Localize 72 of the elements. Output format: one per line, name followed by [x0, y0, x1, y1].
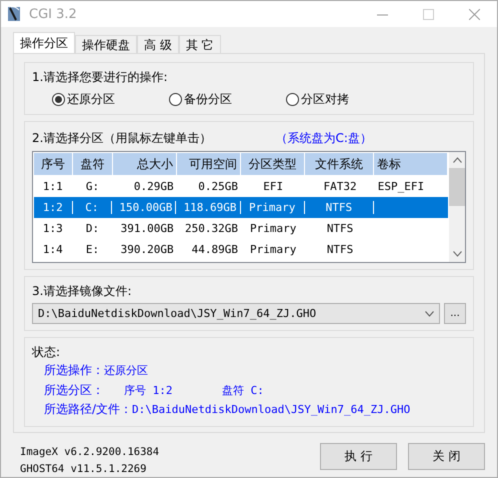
scroll-thumb[interactable]: [449, 168, 465, 206]
table-cell: C:: [72, 201, 112, 214]
table-cell-text: 0.25GB: [197, 180, 240, 193]
tab[interactable]: 操作硬盘: [75, 35, 137, 53]
table-cell: 118.69GB: [176, 201, 241, 214]
column-header[interactable]: 总大小: [112, 153, 177, 175]
table-row[interactable]: 1:3 D: 391.00GB 250.32GB Primary NTFS: [33, 218, 449, 239]
table-cell-text: Primary: [249, 222, 298, 235]
radio-button[interactable]: [169, 93, 182, 106]
table-cell-text: NTFS: [326, 243, 354, 256]
column-header[interactable]: 分区类型: [241, 153, 306, 175]
table-cell-text: 391.00GB: [120, 222, 175, 235]
browse-button[interactable]: ...: [444, 303, 466, 324]
radio-option[interactable]: 分区对拷: [286, 91, 403, 108]
app-icon: [7, 6, 21, 22]
table-cell-text: D:: [84, 222, 100, 235]
scroll-down-icon[interactable]: [452, 251, 462, 257]
table-cell-text: 390.20GB: [120, 243, 175, 256]
group-title: 状态:: [32, 344, 62, 361]
radio-button[interactable]: [52, 93, 65, 106]
table-cell-text: 1:3: [42, 222, 64, 235]
status-text: 盘符 C:: [222, 382, 264, 398]
table-cell-text: FAT32: [322, 180, 358, 193]
table-cell: Primary: [240, 201, 305, 214]
close-button[interactable]: 关 闭: [408, 443, 485, 470]
table-cell: 150.00GB: [112, 201, 176, 214]
scroll-up-icon[interactable]: [452, 157, 462, 163]
table-cell-text: Primary: [249, 243, 298, 256]
radio-option[interactable]: 备份分区: [169, 91, 286, 108]
table-cell-text: 0.29GB: [132, 180, 175, 193]
window-title: CGI 3.2: [29, 6, 78, 22]
table-cell: 1:2: [34, 201, 73, 214]
table-cell-text: EFI: [262, 180, 284, 193]
table-cell-text: 44.89GB: [190, 243, 240, 256]
column-header[interactable]: 序号: [34, 153, 74, 175]
table-row[interactable]: 1:2 C: 150.00GB 118.69GB Primary NTFS: [34, 197, 448, 218]
table-row[interactable]: 1:1 G: 0.29GB 0.25GB EFI FAT32 ESP_EFI: [33, 176, 449, 197]
status-text: 所选分区：: [44, 382, 105, 399]
status-text: 还原分区: [104, 363, 148, 378]
version-text: GHOST64 v11.5.1.2269: [20, 463, 148, 475]
group-title: 2.请选择分区（用鼠标左键单击）: [32, 130, 212, 146]
status-text: 序号 1:2: [124, 382, 174, 398]
radio-button[interactable]: [286, 93, 299, 106]
table-cell-text: 1:4: [42, 243, 64, 256]
table-cell-text: E:: [84, 243, 100, 256]
version-text: ImageX v6.2.9200.16384: [20, 446, 160, 458]
column-header[interactable]: 卷标: [374, 153, 448, 175]
column-header[interactable]: 可用空间: [177, 153, 242, 175]
group-title: 1.请选择您要进行的操作:: [32, 69, 168, 86]
tab[interactable]: 高 级: [137, 35, 179, 53]
table-cell-text: 1:1: [42, 180, 64, 193]
group-title: 3.请选择镜像文件:: [32, 283, 132, 300]
column-header[interactable]: 盘符: [73, 153, 113, 175]
table-cell: NTFS: [304, 201, 374, 214]
table-cell-text: 250.32GB: [184, 222, 240, 235]
file-dropdown[interactable]: D:\BaiduNetdiskDownload\JSY_Win7_64_ZJ.GHO: [32, 303, 440, 324]
scrollbar[interactable]: [449, 152, 465, 262]
column-header[interactable]: 文件系统: [305, 153, 374, 175]
system-disk-note: （系统盘为C:盘）: [275, 130, 372, 146]
table-row[interactable]: 1:4 E: 390.20GB 44.89GB Primary NTFS: [33, 239, 449, 260]
table-cell-text: G:: [84, 180, 100, 193]
status-text: D:\BaiduNetdiskDownload\JSY_Win7_64_ZJ.GHO: [132, 403, 410, 416]
table-cell-text: ESP_EFI: [376, 180, 426, 193]
close-icon[interactable]: [468, 8, 480, 20]
status-text: 所选操作：: [44, 362, 104, 380]
table-cell-text: NTFS: [326, 222, 354, 235]
tab[interactable]: 其 它: [178, 35, 221, 53]
tab[interactable]: 操作分区: [13, 32, 75, 53]
status-text: 所选路径/文件：: [44, 401, 132, 418]
execute-button[interactable]: 执 行: [320, 443, 397, 470]
caret-icon[interactable]: [425, 310, 434, 316]
radio-option[interactable]: 还原分区: [52, 91, 169, 108]
